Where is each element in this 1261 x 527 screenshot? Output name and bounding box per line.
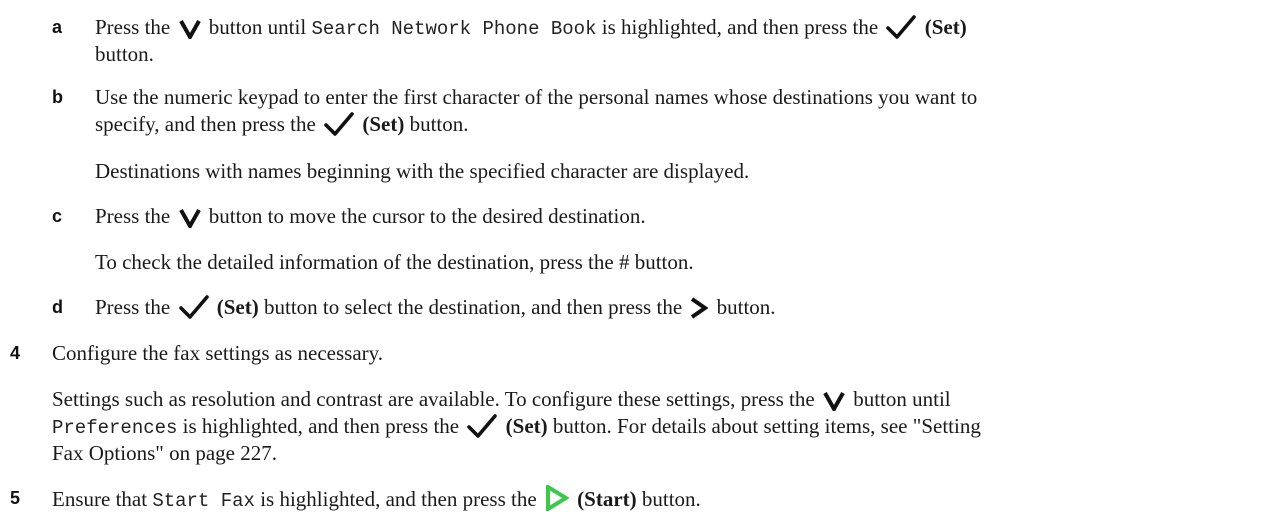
- step-a-text-4: button.: [95, 42, 154, 66]
- step-d-text-1: Press the: [95, 295, 171, 319]
- step-d-text-3: button.: [716, 295, 776, 319]
- step-a-text-1: Press the: [95, 15, 171, 39]
- step-b-text-2a: specify, and then press the: [95, 112, 316, 136]
- step-a-line2: button.: [95, 41, 154, 67]
- step-4-text-2a: is highlighted, and then press the: [182, 414, 460, 438]
- step-c-note: To check the detailed information of the…: [95, 250, 694, 274]
- step-5-text-2: is highlighted, and then press the: [260, 487, 537, 511]
- step-a-line1: Press the button until Search Network Ph…: [95, 14, 967, 45]
- step-4-text-2b: button. For details about setting items,…: [552, 414, 981, 438]
- step-4-text-1b: button until: [853, 387, 951, 411]
- step-b-line2: specify, and then press the (Set) button…: [95, 111, 468, 142]
- start-label: (Start): [577, 487, 637, 511]
- step-5-text-1: Ensure that: [52, 487, 148, 511]
- step-b-note: Destinations with names beginning with t…: [95, 159, 750, 183]
- menu-item-code: Start Fax: [152, 490, 255, 512]
- checkmark-set-icon: [467, 414, 498, 444]
- step-4-text: Configure the fax settings as necessary.: [52, 341, 384, 365]
- chevron-down-icon: [178, 208, 201, 234]
- set-label: (Set): [505, 414, 548, 438]
- step-4-para-line3: Fax Options" on page 227.: [52, 441, 277, 465]
- step-d-line1: Press the (Set) button to select the des…: [95, 294, 776, 325]
- step-b-marker: b: [52, 87, 63, 107]
- step-c-line1: Press the button to move the cursor to t…: [95, 203, 646, 234]
- step-a-text-2: button until: [208, 15, 307, 39]
- menu-item-code: Search Network Phone Book: [311, 18, 597, 40]
- step-a-text-3: is highlighted, and then press the: [601, 15, 879, 39]
- set-label: (Set): [216, 295, 259, 319]
- step-b-line1: Use the numeric keypad to enter the firs…: [95, 85, 978, 109]
- step-c-marker: c: [52, 206, 63, 226]
- step-c-text-2: button to move the cursor to the desired…: [208, 204, 646, 228]
- set-label: (Set): [362, 112, 405, 136]
- chevron-right-icon: [690, 297, 709, 325]
- step-d-marker: d: [52, 297, 63, 317]
- step-5-text-3: button.: [641, 487, 701, 511]
- step-b-text-2b: button.: [409, 112, 469, 136]
- step-d-text-2: button to select the destination, and th…: [263, 295, 683, 319]
- menu-item-code: Preferences: [52, 417, 178, 439]
- checkmark-set-icon: [178, 295, 209, 325]
- start-play-icon: [545, 483, 570, 517]
- step-4-marker: 4: [10, 343, 21, 363]
- checkmark-set-icon: [886, 15, 917, 45]
- step-5-marker: 5: [10, 488, 21, 508]
- step-c-text-1: Press the: [95, 204, 171, 228]
- step-4-text-1a: Settings such as resolution and contrast…: [52, 387, 815, 411]
- step-a-marker: a: [52, 17, 63, 37]
- step-5-line: Ensure that Start Fax is highlighted, an…: [52, 483, 701, 517]
- checkmark-set-icon: [324, 112, 354, 142]
- chevron-down-icon: [178, 19, 201, 45]
- set-label: (Set): [924, 15, 967, 39]
